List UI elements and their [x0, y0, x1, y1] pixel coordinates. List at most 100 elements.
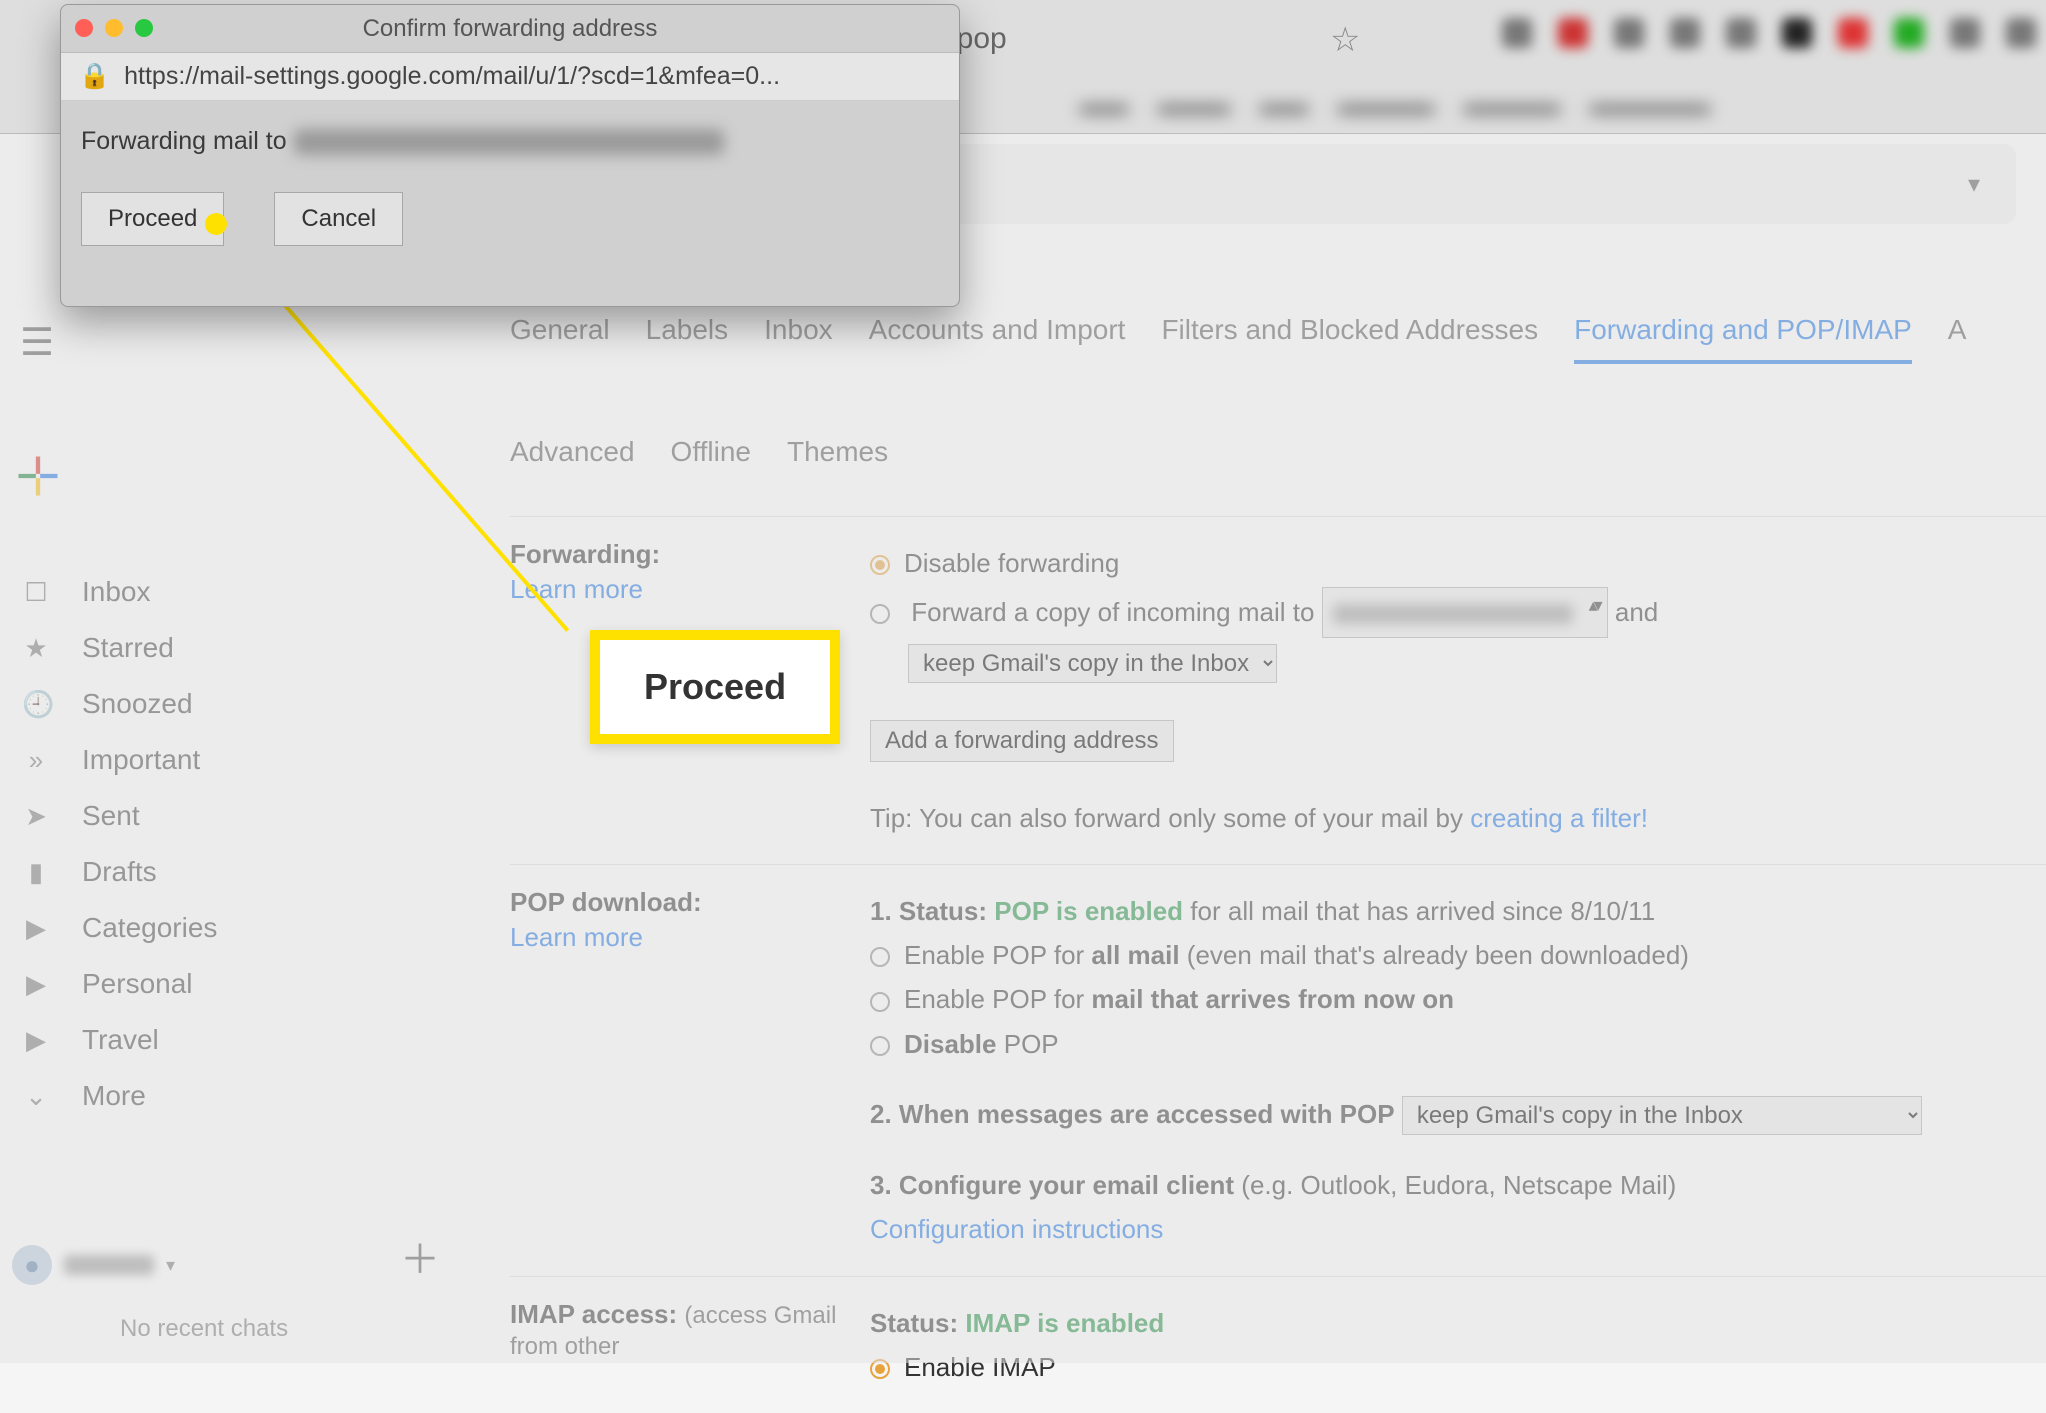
- compose-button[interactable]: [12, 450, 64, 502]
- annotation-pointer-dot: [205, 213, 227, 235]
- forwarding-learn-more[interactable]: Learn more: [510, 574, 870, 605]
- settings-tabs: General Labels Inbox Accounts and Import…: [510, 314, 2046, 482]
- imap-enable-label: Enable IMAP: [904, 1352, 1056, 1382]
- sidebar-item-categories[interactable]: ▶ Categories: [0, 900, 470, 956]
- minimize-icon[interactable]: [105, 19, 123, 37]
- sidebar: ☐ Inbox ★ Starred 🕘 Snoozed » Important ➤ Sen…: [0, 564, 470, 1124]
- maximize-icon[interactable]: [135, 19, 153, 37]
- dialog-url-bar: 🔒 https://mail-settings.google.com/mail/…: [61, 53, 959, 101]
- pop-label: POP download:: [510, 887, 702, 917]
- pop-learn-more[interactable]: Learn more: [510, 922, 870, 953]
- dialog-title: Confirm forwarding address: [363, 15, 658, 43]
- sidebar-item-drafts[interactable]: ▮ Drafts: [0, 844, 470, 900]
- configuration-instructions-link[interactable]: Configuration instructions: [870, 1214, 1163, 1244]
- forward-copy-label: Forward a copy of incoming mail to: [911, 597, 1314, 627]
- forwarding-message: Forwarding mail to: [81, 127, 939, 156]
- bookmark-star-icon[interactable]: ☆: [1330, 20, 1360, 60]
- sidebar-item-travel[interactable]: ▶ Travel: [0, 1012, 470, 1068]
- sidebar-item-more[interactable]: ⌄ More: [0, 1068, 470, 1124]
- tab-offline[interactable]: Offline: [671, 436, 751, 482]
- tip-text: Tip: You can also forward only some of y…: [870, 803, 1470, 833]
- sidebar-label: Inbox: [82, 576, 151, 608]
- sidebar-label: Categories: [82, 912, 217, 944]
- sidebar-label: Snoozed: [82, 688, 193, 720]
- gmail-app: ▾ ☰ ☐ Inbox ★ Starred 🕘 Snoozed » Important …: [0, 134, 2046, 1363]
- tab-advanced[interactable]: Advanced: [510, 436, 635, 482]
- username-blurred: [64, 1255, 154, 1275]
- forwarding-email-blurred: [294, 129, 724, 155]
- pop-configure-label: 3. Configure your email client: [870, 1170, 1234, 1200]
- sidebar-label: More: [82, 1080, 146, 1112]
- new-chat-icon[interactable]: ＋: [400, 1227, 440, 1285]
- radio-pop-all[interactable]: [870, 947, 890, 967]
- close-icon[interactable]: [75, 19, 93, 37]
- label-icon: ▶: [22, 1025, 50, 1056]
- sidebar-label: Drafts: [82, 856, 157, 888]
- drafts-icon: ▮: [22, 857, 50, 888]
- radio-imap-enable[interactable]: [870, 1359, 890, 1379]
- search-options-icon[interactable]: ▾: [1968, 170, 1980, 199]
- window-controls[interactable]: [75, 19, 153, 37]
- sidebar-item-starred[interactable]: ★ Starred: [0, 620, 470, 676]
- label-icon: ▶: [22, 913, 50, 944]
- pop-access-select[interactable]: keep Gmail's copy in the Inbox: [1402, 1096, 1922, 1135]
- pop-status-prefix: 1. Status:: [870, 896, 994, 926]
- tab-accounts[interactable]: Accounts and Import: [869, 314, 1126, 364]
- create-filter-link[interactable]: creating a filter!: [1470, 803, 1648, 833]
- sent-icon: ➤: [22, 801, 50, 832]
- sidebar-item-important[interactable]: » Important: [0, 732, 470, 788]
- lock-icon: 🔒: [79, 62, 110, 91]
- dialog-url: https://mail-settings.google.com/mail/u/…: [124, 62, 780, 91]
- tab-themes[interactable]: Themes: [787, 436, 888, 482]
- star-icon: ★: [22, 633, 50, 664]
- chevron-down-icon[interactable]: ▾: [166, 1255, 175, 1276]
- pop-when-label: 2. When messages are accessed with POP: [870, 1099, 1395, 1129]
- important-icon: »: [22, 745, 50, 776]
- no-chats-text: No recent chats: [120, 1315, 288, 1343]
- sidebar-item-sent[interactable]: ➤ Sent: [0, 788, 470, 844]
- radio-pop-now[interactable]: [870, 992, 890, 1012]
- keep-copy-select[interactable]: keep Gmail's copy in the Inbox: [908, 644, 1277, 683]
- clock-icon: 🕘: [22, 689, 50, 720]
- proceed-button[interactable]: Proceed: [81, 192, 224, 246]
- annotation-callout: Proceed: [590, 630, 840, 744]
- sidebar-item-personal[interactable]: ▶ Personal: [0, 956, 470, 1012]
- pop-status-suffix: for all mail that has arrived since 8/10…: [1183, 896, 1655, 926]
- dialog-titlebar: Confirm forwarding address: [61, 5, 959, 53]
- sidebar-label: Sent: [82, 800, 140, 832]
- extension-icons: [1502, 18, 2036, 48]
- sidebar-item-inbox[interactable]: ☐ Inbox: [0, 564, 470, 620]
- cancel-button[interactable]: Cancel: [274, 192, 403, 246]
- settings-content: General Labels Inbox Accounts and Import…: [510, 314, 2046, 1413]
- inbox-icon: ☐: [22, 577, 50, 608]
- main-menu-icon[interactable]: ☰: [20, 320, 54, 365]
- chat-user[interactable]: ● ▾: [12, 1245, 175, 1285]
- tab-filters[interactable]: Filters and Blocked Addresses: [1161, 314, 1538, 364]
- tab-inbox[interactable]: Inbox: [764, 314, 833, 364]
- sidebar-label: Starred: [82, 632, 174, 664]
- sidebar-label: Travel: [82, 1024, 159, 1056]
- disable-forwarding-label: Disable forwarding: [904, 548, 1119, 578]
- tab-addons-cut[interactable]: A: [1948, 314, 1967, 364]
- sidebar-item-snoozed[interactable]: 🕘 Snoozed: [0, 676, 470, 732]
- radio-pop-disable[interactable]: [870, 1036, 890, 1056]
- section-imap: IMAP access: (access Gmail from other St…: [510, 1276, 2046, 1413]
- tab-general[interactable]: General: [510, 314, 610, 364]
- chevron-down-icon: ⌄: [22, 1081, 50, 1112]
- pop-status-value: POP is enabled: [994, 896, 1183, 926]
- confirm-forwarding-dialog: Confirm forwarding address 🔒 https://mai…: [60, 4, 960, 307]
- add-forwarding-address-button[interactable]: Add a forwarding address: [870, 720, 1174, 762]
- radio-forward-copy[interactable]: [870, 604, 890, 624]
- radio-disable-forwarding[interactable]: [870, 555, 890, 575]
- forward-address-select[interactable]: ▴▾: [1322, 587, 1608, 637]
- sidebar-label: Important: [82, 744, 200, 776]
- sidebar-label: Personal: [82, 968, 193, 1000]
- tab-forwarding[interactable]: Forwarding and POP/IMAP: [1574, 314, 1912, 364]
- tab-labels[interactable]: Labels: [646, 314, 729, 364]
- forwarding-label: Forwarding:: [510, 539, 660, 569]
- imap-status-value: IMAP is enabled: [965, 1308, 1164, 1338]
- label-icon: ▶: [22, 969, 50, 1000]
- and-text: and: [1615, 597, 1658, 627]
- section-pop: POP download: Learn more 1. Status: POP …: [510, 864, 2046, 1276]
- imap-label: IMAP access:: [510, 1299, 677, 1329]
